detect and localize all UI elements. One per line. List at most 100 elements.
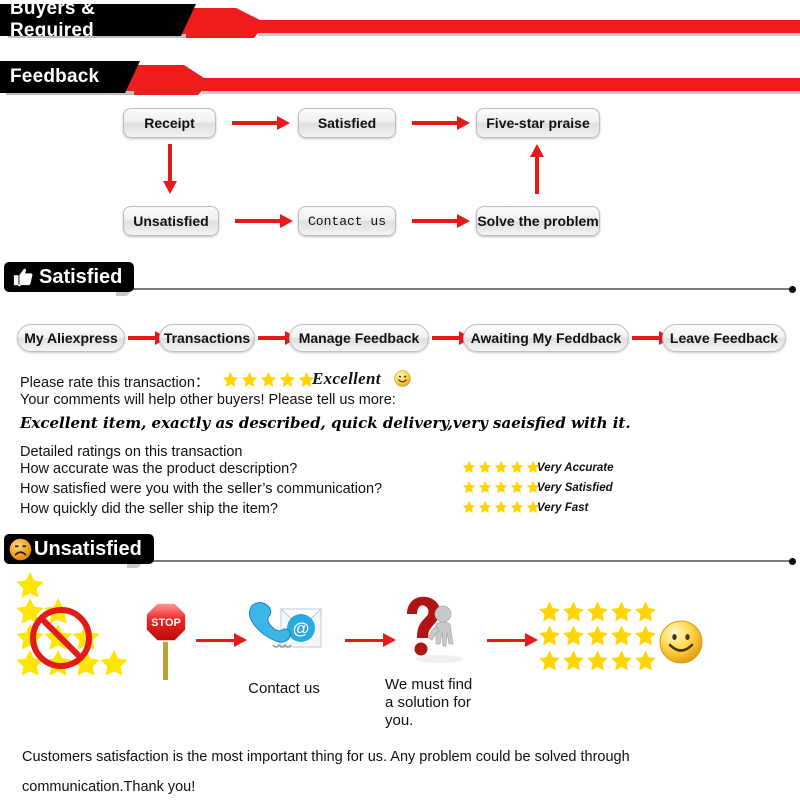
rate-prompt: Please rate this transaction： (20, 375, 210, 391)
stop-sign-svg: STOP (145, 602, 187, 680)
star-icon (611, 625, 632, 646)
contact-us-caption: Contact us (248, 680, 320, 697)
breadcrumb-item-manage-feedback[interactable]: Manage Feedback (289, 324, 429, 352)
star-icon (510, 460, 524, 474)
star-icon (635, 625, 656, 646)
header-buyers-required-tab: Buyers & Required (0, 4, 196, 36)
star-icon (241, 372, 258, 387)
star-icon (494, 480, 508, 494)
star-icon (563, 625, 584, 646)
rating-stars-2 (462, 500, 540, 514)
no-entry-over-stars-icon (8, 570, 148, 680)
star-icon (587, 650, 608, 671)
comment-text: Excellent item, exactly as described, qu… (20, 414, 631, 432)
stop-sign-icon: STOP (143, 600, 189, 680)
five-star-grid-icon (538, 600, 656, 672)
smiley-face-icon-large (659, 620, 703, 664)
solution-caption-line1: We must find (385, 676, 473, 693)
rating-word-1: Very Satisfied (537, 482, 613, 494)
section-rule-satisfied (130, 288, 792, 290)
star-icon (510, 480, 524, 494)
flow-node-five-star-praise-label: Five-star praise (486, 115, 590, 131)
detailed-ratings-heading: Detailed ratings on this transaction (20, 444, 243, 460)
solution-caption-line3: you. (385, 712, 414, 729)
star-icon (478, 500, 492, 514)
flow-node-receipt[interactable]: Receipt (123, 108, 216, 138)
rating-question-0: How accurate was the product description… (20, 461, 298, 477)
breadcrumb-label: Leave Feedback (669, 330, 779, 346)
section-rule-unsatisfied (140, 560, 792, 562)
star-icon (222, 372, 239, 387)
star-icon (539, 601, 560, 622)
header-feedback-tab: Feedback (0, 61, 140, 93)
solution-caption: We must find a solution for you. (385, 676, 495, 730)
flow-node-satisfied[interactable]: Satisfied (298, 108, 396, 138)
flow-node-solve-the-problem[interactable]: Solve the problem (476, 206, 600, 236)
section-bar-unsatisfied: Unsatisfied (0, 534, 800, 568)
illus-arrow-1 (196, 633, 247, 647)
star-icon (587, 601, 608, 622)
breadcrumb-item-transactions[interactable]: Transactions (159, 324, 255, 352)
star-icon (510, 500, 524, 514)
flow-node-five-star-praise[interactable]: Five-star praise (476, 108, 600, 138)
breadcrumb: My Aliexpress Transactions Manage Feedba… (0, 320, 800, 358)
star-icon (478, 460, 492, 474)
breadcrumb-label: Manage Feedback (298, 330, 420, 346)
section-title-satisfied: Satisfied (4, 262, 135, 292)
flow-arrow-unsatisfied-to-contact (235, 214, 293, 228)
rating-word-0: Very Accurate (537, 462, 614, 474)
breadcrumb-item-my-aliexpress[interactable]: My Aliexpress (17, 324, 125, 352)
comments-prompt: Your comments will help other buyers! Pl… (20, 392, 396, 408)
star-icon (539, 625, 560, 646)
illus-arrow-3 (487, 633, 538, 647)
rating-question-2: How quickly did the seller ship the item… (20, 501, 278, 517)
flow-arrow-solve-to-fivestar (530, 144, 544, 194)
star-icon (462, 460, 476, 474)
star-icon (635, 650, 656, 671)
flow-node-unsatisfied-label: Unsatisfied (133, 213, 209, 229)
section-rule-end-dot (789, 286, 796, 293)
star-icon (462, 480, 476, 494)
flow-arrow-receipt-to-satisfied (232, 116, 290, 130)
flow-node-receipt-label: Receipt (144, 115, 195, 131)
rate-word: Excellent (312, 369, 381, 388)
rating-stars-1 (462, 480, 540, 494)
star-icon (611, 601, 632, 622)
svg-text:@: @ (293, 619, 310, 638)
section-bar-satisfied: Satisfied (0, 262, 800, 296)
star-icon (478, 480, 492, 494)
star-icon (539, 650, 560, 671)
breadcrumb-label: Transactions (163, 330, 251, 346)
thumbs-up-icon (13, 268, 33, 287)
footer-line-1: Customers satisfaction is the most impor… (22, 749, 630, 765)
flow-node-contact-us[interactable]: Contact us (298, 206, 396, 236)
star-icon (260, 372, 277, 387)
star-icon (587, 625, 608, 646)
section-title-unsatisfied-label: Unsatisfied (34, 537, 142, 560)
phone-email-svg: @ (249, 602, 323, 648)
star-icon (494, 500, 508, 514)
section-title-unsatisfied: Unsatisfied (4, 534, 154, 564)
footer-line-2: communication.Thank you! (22, 779, 196, 795)
star-icon (635, 601, 656, 622)
rating-question-1: How satisfied were you with the seller’s… (20, 481, 383, 497)
header-buyers-required-label: Buyers & Required (10, 0, 96, 41)
sad-face-icon (9, 538, 32, 560)
flow-arrow-receipt-to-unsatisfied (163, 144, 177, 194)
section-title-satisfied-label: Satisfied (39, 265, 123, 288)
header-buyers-required: Buyers & Required (0, 0, 800, 40)
breadcrumb-item-leave-feedback[interactable]: Leave Feedback (662, 324, 786, 352)
flow-node-unsatisfied[interactable]: Unsatisfied (123, 206, 219, 236)
star-icon (611, 650, 632, 671)
star-icon (494, 460, 508, 474)
breadcrumb-label: Awaiting My Feddback (470, 330, 622, 346)
star-icon (462, 500, 476, 514)
flow-arrow-contact-to-solve (412, 214, 470, 228)
header-feedback-label: Feedback (10, 66, 100, 87)
breadcrumb-label: My Aliexpress (24, 330, 118, 346)
section-rule-end-dot-2 (789, 558, 796, 565)
star-pyramid-svg (16, 572, 128, 676)
breadcrumb-item-awaiting-my-feddback[interactable]: Awaiting My Feddback (463, 324, 629, 352)
flow-arrow-satisfied-to-fivestar (412, 116, 470, 130)
smiley-face-icon (394, 370, 411, 387)
